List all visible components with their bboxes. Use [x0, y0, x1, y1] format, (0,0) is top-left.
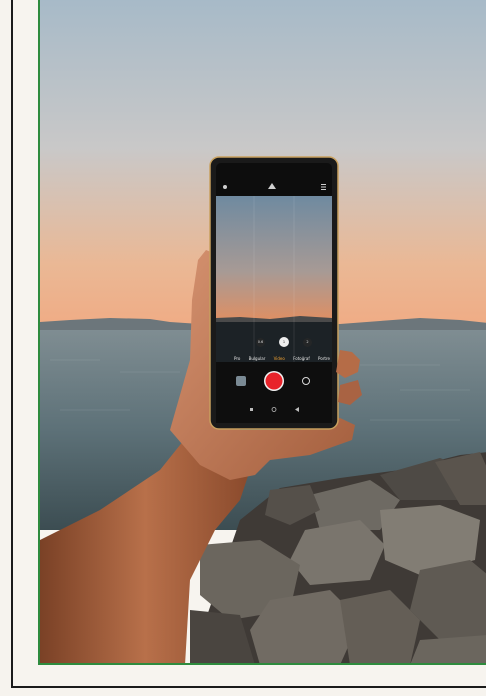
photo-scene [40, 0, 486, 663]
phone [209, 156, 339, 430]
photo: 0.6 1 2 Pro Bulgular Video Fotoğraf Port… [38, 0, 486, 665]
record-button [265, 372, 283, 390]
